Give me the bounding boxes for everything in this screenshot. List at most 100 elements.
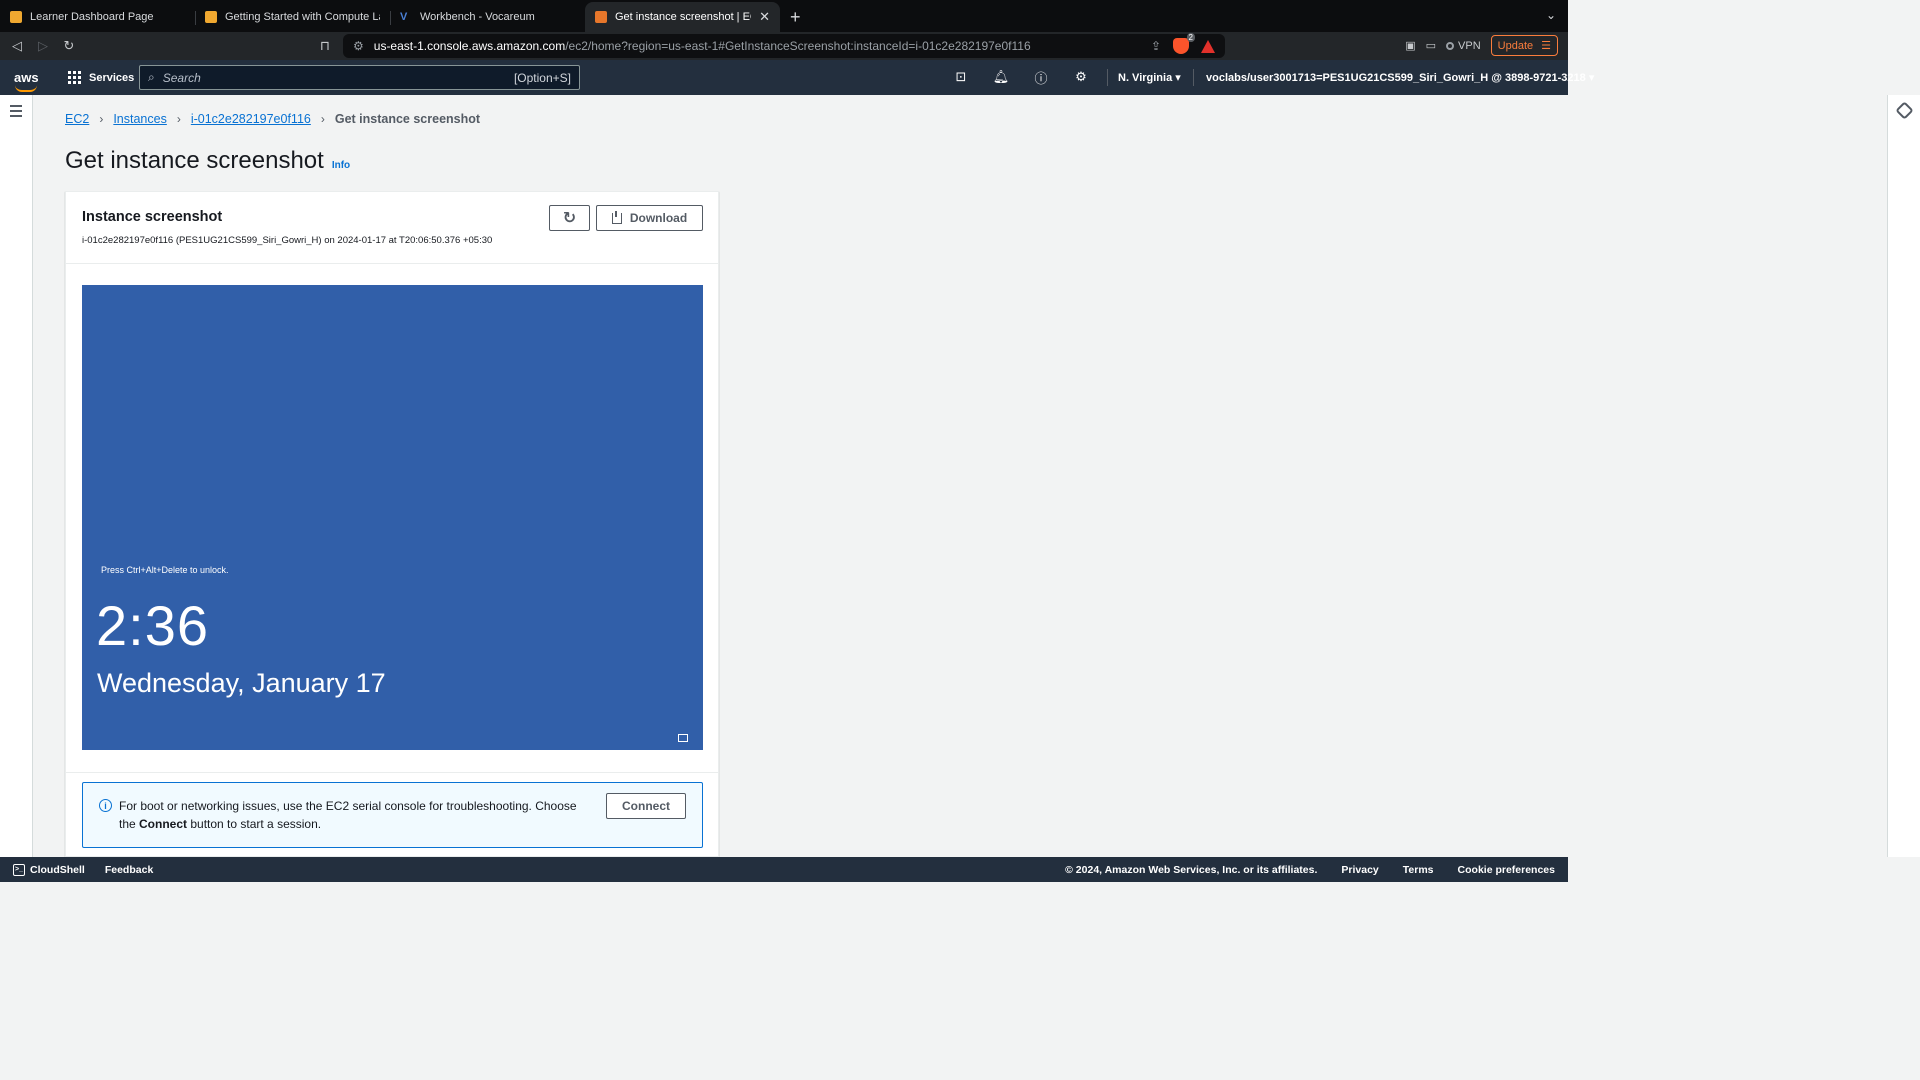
brave-shields-icon[interactable]: 2 [1173,33,1195,54]
caret-down-icon: ▾ [1175,72,1181,84]
brave-rewards-icon[interactable] [1201,39,1215,53]
breadcrumb-ec2[interactable]: EC2 [65,112,89,126]
search-input[interactable]: ⌕ Search [Option+S] [139,65,580,90]
info-icon: i [99,799,112,812]
browser-tab[interactable]: V Workbench - Vocareum [390,2,585,32]
info-link[interactable]: Info [332,160,350,171]
services-menu-button[interactable]: Services [68,71,134,84]
lock-screen-time: 2:36 [96,594,209,657]
aws-top-nav: aws Services ⌕ Search [Option+S] ⊡ 🔔︎ ⓘ … [0,60,1594,95]
alert-message: For boot or networking issues, use the E… [119,797,589,833]
chevron-right-icon: › [176,112,181,126]
search-placeholder: Search [162,70,201,85]
chevron-down-icon[interactable]: ⌄ [1546,8,1556,22]
browser-tab-strip: Learner Dashboard Page Getting Started w… [0,0,1568,32]
account-menu[interactable]: voclabs/user3001713=PES1UG21CS599_Siri_G… [1206,71,1594,84]
info-alert: i For boot or networking issues, use the… [82,782,703,848]
connect-label: Connect [622,799,670,813]
vpn-label: VPN [1458,39,1481,52]
side-navigation-rail [0,95,33,857]
brave-badge: 2 [1186,33,1195,42]
browser-tab[interactable]: Learner Dashboard Page [0,2,195,32]
instance-screenshot-image: Press Ctrl+Alt+Delete to unlock. 2:36 We… [82,285,703,750]
breadcrumb-instances[interactable]: Instances [113,112,167,126]
update-button[interactable]: Update ☰ [1490,35,1558,56]
help-icon[interactable]: ⓘ [1032,68,1050,86]
account-label: voclabs/user3001713=PES1UG21CS599_Siri_G… [1206,72,1586,84]
share-icon[interactable]: ⇪ [1151,39,1161,53]
hamburger-menu-icon[interactable] [10,105,22,120]
back-icon[interactable]: ◁ [4,34,30,58]
cloudshell-button[interactable]: >_ CloudShell [13,863,85,876]
connect-button[interactable]: Connect [606,793,686,819]
region-label: N. Virginia [1118,72,1173,84]
url-path: /ec2/home?region=us-east-1#GetInstanceSc… [565,39,1031,53]
tab-title: Get instance screenshot | EC2 [615,11,752,23]
new-tab-icon[interactable]: + [780,2,811,32]
vpn-button[interactable]: VPN [1446,40,1481,52]
panel-title: Instance screenshot [82,209,223,225]
wallet-icon[interactable]: ▭ [1426,39,1436,52]
aws-box-icon [205,11,217,23]
alert-bold-connect: Connect [139,817,188,831]
browser-toolbar: ◁ ▷ ↻ ⊓ ⚙ us-east-1.console.aws.amazon.c… [0,32,1568,60]
feedback-link[interactable]: Feedback [105,864,153,876]
download-label: Download [629,211,688,225]
nav-divider [1107,69,1108,86]
refresh-icon: ↻ [562,210,577,227]
download-button[interactable]: Download [596,205,703,231]
tools-rail [1887,95,1920,857]
nav-divider [1193,69,1194,86]
panel-header: Instance screenshot i-01c2e282197e0f116 … [66,192,718,264]
services-label: Services [89,71,135,84]
gear-icon[interactable]: ⚙ [1072,68,1090,86]
update-label: Update [1497,39,1534,52]
sidebar-icon[interactable]: ▣ [1405,39,1415,52]
region-selector[interactable]: N. Virginia ▾ [1118,71,1181,84]
bell-icon[interactable]: 🔔︎ [992,68,1010,86]
settings-panel-icon[interactable] [1895,101,1914,120]
vpn-icon [1446,41,1455,50]
page-title-row: Get instance screenshot Info [65,147,350,175]
terminal-icon: >_ [13,863,25,876]
download-icon [611,210,622,224]
cloudshell-icon[interactable]: ⊡ [952,68,970,86]
tab-title: Getting Started with Compute Lab [225,11,380,23]
terms-link[interactable]: Terms [1403,864,1434,876]
privacy-link[interactable]: Privacy [1341,864,1378,876]
page-title: Get instance screenshot [65,147,324,174]
ease-of-access-icon [678,734,688,742]
breadcrumb: EC2 › Instances › i-01c2e282197e0f116 › … [65,112,480,126]
breadcrumb-instance-id[interactable]: i-01c2e282197e0f116 [191,112,311,126]
divider [66,772,718,773]
caret-down-icon: ▾ [1588,72,1595,84]
lock-screen-date: Wednesday, January 17 [97,668,386,698]
bookmark-icon[interactable]: ⊓ [312,34,338,58]
vocareum-icon: V [400,11,408,23]
cookie-preferences-link[interactable]: Cookie preferences [1458,864,1555,876]
browser-tab[interactable]: Getting Started with Compute Lab [195,2,390,32]
chevron-right-icon: › [99,112,104,126]
panel-subtitle: i-01c2e282197e0f116 (PES1UG21CS599_Siri_… [82,235,493,246]
address-bar[interactable]: ⚙ us-east-1.console.aws.amazon.com/ec2/h… [343,33,1225,58]
forward-icon[interactable]: ▷ [30,34,56,58]
reload-icon[interactable]: ↻ [56,34,82,58]
cloudshell-label: CloudShell [30,863,85,876]
aws-logo[interactable]: aws [14,70,42,92]
browser-tab-active[interactable]: Get instance screenshot | EC2 ✕ [585,2,780,32]
menu-icon: ☰ [1541,40,1551,52]
breadcrumb-current: Get instance screenshot [334,112,481,126]
chevron-right-icon: › [320,112,325,126]
aws-box-icon [10,11,22,23]
site-settings-icon[interactable]: ⚙ [353,39,364,53]
grid-icon [68,71,81,84]
close-icon[interactable]: ✕ [759,9,770,25]
copyright-text: © 2024, Amazon Web Services, Inc. or its… [1065,863,1318,876]
tab-title: Learner Dashboard Page [30,11,154,23]
ec2-icon [595,11,607,23]
alert-text-2: button to start a session. [187,817,322,831]
url-host: us-east-1.console.aws.amazon.com [373,39,566,53]
refresh-button[interactable]: ↻ [549,205,590,231]
search-shortcut: [Option+S] [513,70,571,85]
instance-screenshot-panel: Instance screenshot i-01c2e282197e0f116 … [65,191,719,857]
